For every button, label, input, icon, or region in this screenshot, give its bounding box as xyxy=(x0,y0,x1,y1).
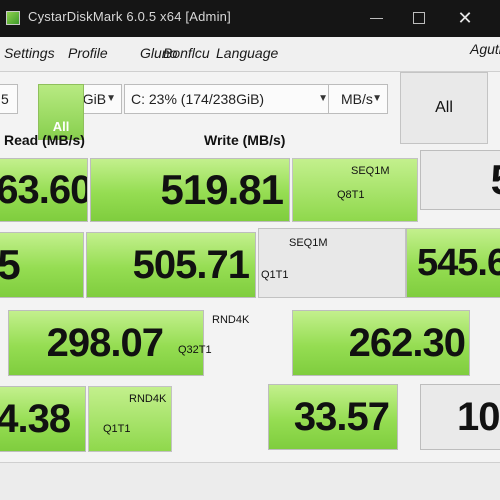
drive-value: C: 23% (174/238GiB) xyxy=(131,91,265,107)
seq1m-q8t1-extra-value: 5 xyxy=(491,159,500,201)
window-title: CystarDiskMark 6.0.5 x64 [Admin] xyxy=(28,9,231,24)
rnd4k-q32t1-read-value: 298.07 xyxy=(46,321,164,365)
rnd4k-q32t1-read-cell: 298.07 xyxy=(8,310,204,376)
seq1m-q8t1-write-cell: 519.81 xyxy=(90,158,290,222)
rnd4k-q1t1-extra-cell: 10 xyxy=(420,384,500,450)
rnd4k-q1t1-button[interactable]: RND4K Q1T1 xyxy=(88,386,172,452)
seq1m-q1t1-button[interactable]: SEQ1M Q1T1 xyxy=(258,228,406,298)
chevron-down-icon: ▼ xyxy=(372,93,382,104)
test-label: Q32T1 xyxy=(178,344,212,356)
rnd4k-q32t1-write-cell: 262.30 xyxy=(292,310,470,376)
comment-area[interactable] xyxy=(0,462,500,500)
app-icon xyxy=(6,11,20,25)
menu-bar: Settings Profile Gluno Bonflcu Language … xyxy=(0,37,500,72)
seq1m-q8t1-write-value: 519.81 xyxy=(160,166,284,213)
read-header: Read (MB/s) xyxy=(4,132,85,148)
unit-select[interactable]: MB/s ▼ xyxy=(328,84,388,114)
menu-bonflcu[interactable]: Bonflcu xyxy=(163,45,210,61)
close-icon: ✕ xyxy=(457,8,473,28)
test-label: Q8T1 xyxy=(337,189,365,201)
rnd4k-q1t1-extra-value: 10 xyxy=(457,395,500,439)
seq1m-q1t1-write-value: 505.71 xyxy=(132,243,250,287)
seq1m-q1t1-read-cell: 35 xyxy=(0,232,84,298)
seq1m-q1t1-write-cell: 505.71 xyxy=(86,232,256,298)
rnd4k-q32t1-write-value: 262.30 xyxy=(348,321,466,365)
seq1m-q8t1-read-cell: 563.60 xyxy=(0,158,88,222)
minimize-icon xyxy=(370,18,383,19)
chevron-down-icon: ▼ xyxy=(106,93,116,104)
menu-profile[interactable]: Profile xyxy=(68,45,108,61)
seq1m-q1t1-extra-value: 545.6 xyxy=(417,242,500,284)
rnd4k-q1t1-read-cell: 34.38 xyxy=(0,386,86,452)
seq1m-q1t1-read-value: 35 xyxy=(0,244,21,286)
menu-language[interactable]: Language xyxy=(216,45,278,61)
seq1m-q8t1-read-value: 563.60 xyxy=(0,168,88,212)
rnd4k-q1t1-read-value: 34.38 xyxy=(0,397,71,441)
test-label: Q1T1 xyxy=(261,269,289,281)
maximize-button[interactable] xyxy=(398,0,440,37)
all-button-label: All xyxy=(435,99,453,116)
count-value: 5 xyxy=(1,91,9,107)
all-button[interactable]: All xyxy=(400,72,488,144)
test-label: RND4K xyxy=(129,393,167,405)
seq1m-q8t1-button[interactable]: SEQ1M Q8T1 xyxy=(292,158,418,222)
title-bar: CystarDiskMark 6.0.5 x64 [Admin] ✕ xyxy=(0,0,500,37)
rnd4k-q1t1-write-cell: 33.57 xyxy=(268,384,398,450)
minimize-button[interactable] xyxy=(356,0,398,37)
seq1m-q8t1-extra-cell: 5 xyxy=(420,150,500,210)
menu-settings[interactable]: Settings xyxy=(4,45,55,61)
unit-value: MB/s xyxy=(341,91,373,107)
chevron-down-icon: ▼ xyxy=(318,93,328,104)
rnd4k-q32t1-button[interactable]: RND4K Q32T1 xyxy=(176,306,290,376)
close-button[interactable]: ✕ xyxy=(444,0,486,37)
test-label: SEQ1M xyxy=(351,165,390,177)
write-header: Write (MB/s) xyxy=(204,132,286,148)
rnd4k-q1t1-write-value: 33.57 xyxy=(293,395,390,439)
count-select[interactable]: 5 xyxy=(0,84,18,114)
drive-select[interactable]: C: 23% (174/238GiB) ▼ xyxy=(124,84,334,114)
test-label: SEQ1M xyxy=(289,237,328,249)
seq1m-q1t1-extra-cell: 545.6 xyxy=(406,228,500,298)
menu-help[interactable]: Aguti xyxy=(470,41,500,57)
test-label: RND4K xyxy=(212,314,250,326)
test-label: Q1T1 xyxy=(103,423,131,435)
maximize-icon xyxy=(413,12,425,24)
